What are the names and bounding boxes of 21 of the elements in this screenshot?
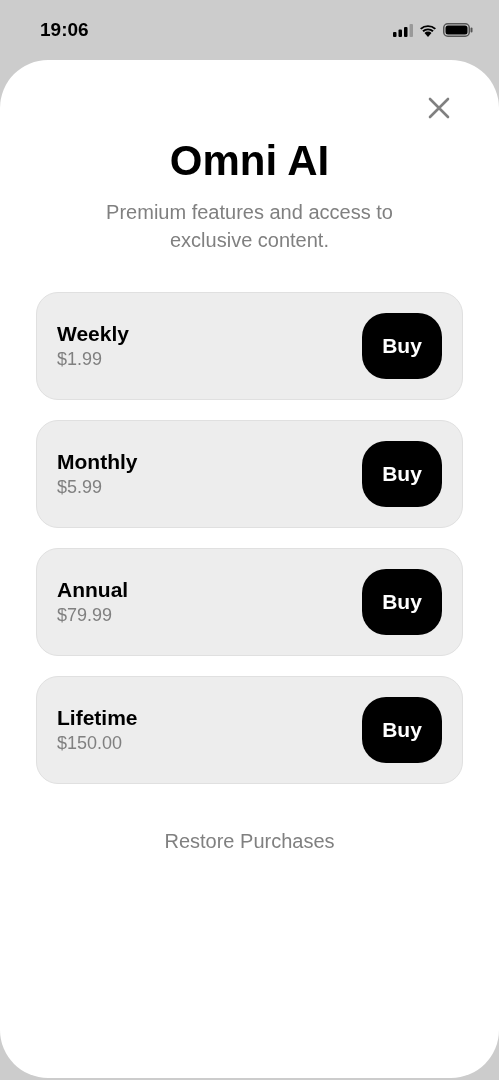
wifi-icon xyxy=(419,23,437,37)
buy-button[interactable]: Buy xyxy=(362,697,442,763)
signal-icon xyxy=(393,23,413,37)
sheet-title: Omni AI xyxy=(169,136,330,186)
sheet-subtitle: Premium features and access to exclusive content. xyxy=(105,200,394,253)
buy-button[interactable]: Buy xyxy=(362,569,442,635)
plan-price: $79.99 xyxy=(57,604,114,627)
buy-button[interactable]: Buy xyxy=(362,313,442,379)
restore-purchases-link[interactable]: Restore Purchases xyxy=(164,826,335,856)
plan-name: Annual xyxy=(57,577,129,603)
plan-price: $1.99 xyxy=(57,348,104,371)
close-icon xyxy=(428,97,450,119)
battery-icon xyxy=(443,23,473,37)
close-button[interactable] xyxy=(427,96,451,120)
buy-button[interactable]: Buy xyxy=(362,441,442,507)
status-time: 19:06 xyxy=(40,17,89,42)
plan-name: Weekly xyxy=(57,321,129,347)
plan-name: Lifetime xyxy=(57,705,138,731)
plan-price: $5.99 xyxy=(57,476,104,499)
plan-price: $150.00 xyxy=(57,732,124,755)
plan-name: Monthly xyxy=(57,449,138,475)
